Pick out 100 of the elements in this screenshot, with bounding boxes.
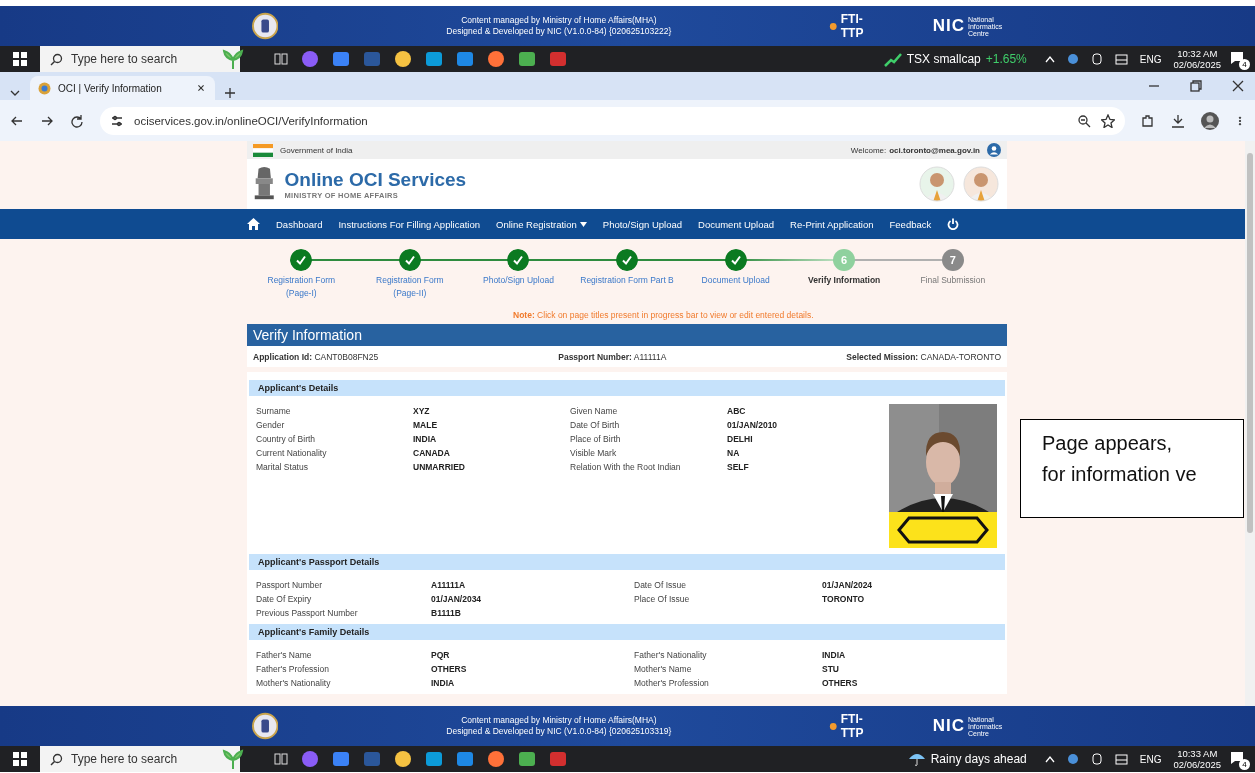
globe-icon[interactable] [1066, 753, 1079, 765]
step-link[interactable]: Registration Form Part B [580, 274, 674, 287]
app-icon[interactable] [425, 50, 443, 68]
field-label: Marital Status [256, 462, 309, 472]
taskbar-search[interactable]: Type here to search [40, 746, 240, 772]
field-label: Passport Number [256, 580, 324, 590]
globe-icon[interactable] [1066, 53, 1079, 65]
seal-icon [252, 712, 279, 740]
taskbar-search[interactable]: Type here to search [40, 46, 240, 72]
plus-icon[interactable] [223, 86, 237, 100]
app-icon[interactable] [394, 750, 412, 768]
home-icon[interactable] [247, 218, 260, 230]
field-label: Current Nationality [256, 448, 328, 458]
field-value: STU [822, 664, 840, 674]
step-done-icon[interactable] [724, 249, 747, 271]
field-value: 01/JAN/2034 [431, 594, 483, 604]
app-icon[interactable] [487, 750, 505, 768]
browser-tab[interactable]: OCI | Verify Information [30, 76, 215, 100]
step-link[interactable]: Registration Form (Page-I) [267, 274, 336, 300]
notification-icon[interactable] [1229, 50, 1245, 66]
nav-link[interactable]: Re-Print Application [790, 218, 874, 230]
task-view-icon[interactable] [274, 52, 288, 66]
widget[interactable]: Rainy days ahead [907, 751, 1027, 767]
caret-icon [579, 221, 587, 227]
note-text: Note: Click on page titles present in progress bar to view or edit entered details. [513, 310, 815, 320]
gov-label: Government of India [280, 145, 353, 155]
address-bar[interactable]: ociservices.gov.in/onlineOCI/VerifyInformation [100, 106, 1125, 135]
field-label: Place Of Issue [634, 594, 691, 604]
field-value: OTHERS [822, 678, 859, 688]
widget[interactable]: TSX smallcap +1.65% [883, 51, 1027, 67]
step-link[interactable]: Final Submission [920, 274, 986, 287]
globe-icon [38, 81, 51, 95]
keyboard-icon[interactable] [1114, 753, 1128, 765]
download-icon[interactable] [1171, 113, 1185, 128]
language-indicator[interactable]: ENG [1139, 53, 1162, 65]
field-label: Father's Nationality [634, 650, 708, 660]
field-label: Mother's Name [634, 664, 693, 674]
language-indicator[interactable]: ENG [1139, 753, 1162, 765]
power-icon[interactable] [947, 218, 960, 230]
nav-link[interactable]: Online Registration [496, 218, 587, 230]
star-icon[interactable] [1101, 113, 1115, 128]
field-value: A11111A [431, 580, 467, 590]
windows-icon[interactable] [13, 752, 27, 766]
step-link[interactable]: Photo/Sign Upload [483, 274, 554, 287]
app-icon[interactable] [332, 50, 350, 68]
step-done-icon[interactable] [398, 249, 421, 271]
close-icon[interactable] [1231, 79, 1245, 93]
nic-logo: NIC [932, 716, 965, 736]
reload-icon[interactable] [70, 113, 84, 128]
step-done-icon[interactable] [507, 249, 530, 271]
app-icon[interactable] [332, 750, 350, 768]
step-link[interactable]: Document Upload [701, 274, 770, 287]
caret-icon[interactable] [1044, 55, 1055, 63]
field-value: DELHI [727, 434, 754, 444]
step-link[interactable]: Verify Information [808, 274, 881, 287]
extensions-icon[interactable] [1141, 113, 1155, 128]
caret-icon[interactable] [1044, 755, 1055, 763]
nav-link[interactable]: Document Upload [698, 218, 775, 230]
scrollbar[interactable] [1245, 141, 1255, 706]
zoom-icon[interactable] [1077, 113, 1091, 128]
section-header: Applicant's Details [249, 380, 1005, 396]
field-label: Place of Birth [570, 434, 622, 444]
summary-item: Passport Number: A11111A [558, 351, 667, 362]
app-icon[interactable] [394, 50, 412, 68]
field-value: INDIA [413, 434, 438, 444]
task-view-icon[interactable] [274, 752, 288, 766]
app-icon[interactable] [456, 50, 474, 68]
field-value: UNMARRIED [413, 462, 466, 472]
field-label: Father's Name [256, 650, 313, 660]
clock[interactable]: 10:32 AM 02/06/2025 [1173, 48, 1221, 70]
seal-icon [252, 12, 279, 40]
step-done-icon[interactable] [616, 249, 638, 271]
site-title: Online OCI Services [284, 168, 467, 191]
field-value: NA [727, 448, 741, 458]
summary-item: Selected Mission: CANADA-TORONTO [846, 351, 1001, 362]
app-icon[interactable] [518, 50, 536, 68]
windows-icon[interactable] [13, 52, 27, 66]
nic-logo: NIC [932, 16, 965, 36]
field-value: SELF [727, 462, 750, 472]
app-icon[interactable] [425, 750, 443, 768]
banner-text: Content managed by Ministry of Home Affairs(MHA) [461, 15, 657, 26]
clock[interactable]: 10:33 AM 02/06/2025 [1173, 748, 1221, 770]
site-info-icon[interactable] [110, 113, 124, 128]
nav-link[interactable]: Dashboard [276, 218, 323, 230]
step-link[interactable]: Registration Form (Page-II) [376, 274, 444, 300]
nav-link[interactable]: Feedback [889, 218, 932, 230]
field-value: 01/JAN/2024 [822, 580, 874, 590]
restore-icon[interactable] [1189, 79, 1203, 93]
notification-icon[interactable] [1229, 750, 1245, 766]
app-icon[interactable] [518, 750, 536, 768]
app-icon[interactable] [456, 750, 474, 768]
app-icon[interactable] [487, 50, 505, 68]
nav-link[interactable]: Instructions For Filling Application [338, 218, 480, 230]
step-done-icon[interactable] [290, 249, 313, 271]
notification-count: 4 [1239, 59, 1250, 70]
keyboard-icon[interactable] [1114, 53, 1128, 65]
user-icon[interactable] [987, 143, 1001, 157]
nav-link[interactable]: Photo/Sign Upload [602, 218, 683, 230]
flag-icon [253, 143, 273, 157]
avatar[interactable] [1201, 111, 1219, 130]
